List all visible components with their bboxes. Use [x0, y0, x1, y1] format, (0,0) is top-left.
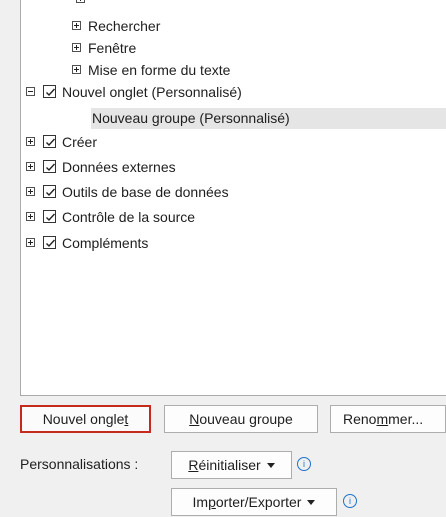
- info-icon[interactable]: i: [343, 494, 357, 508]
- tree-item-fenetre[interactable]: Fenêtre: [21, 38, 446, 58]
- tab-checkbox[interactable]: [43, 236, 56, 249]
- tree-item-rechercher[interactable]: Rechercher: [21, 16, 446, 36]
- tree-item-label: Mise en forme du texte: [88, 62, 231, 78]
- mnemonic-letter: R: [188, 457, 199, 473]
- expand-icon[interactable]: [26, 137, 35, 146]
- collapse-icon[interactable]: [26, 87, 35, 96]
- tree-item-complements[interactable]: Compléments: [21, 233, 446, 253]
- tab-checkbox[interactable]: [43, 135, 56, 148]
- tree-item-label: Compléments: [62, 235, 149, 251]
- button-label: ouveau groupe: [199, 411, 293, 427]
- mnemonic-letter: t: [124, 411, 129, 427]
- expand-icon[interactable]: [26, 162, 35, 171]
- expand-icon[interactable]: [72, 65, 81, 74]
- tab-checkbox[interactable]: [43, 85, 56, 98]
- expand-icon[interactable]: [26, 238, 35, 247]
- checkmark-icon: [46, 88, 56, 97]
- new-group-button[interactable]: Nouveau groupe: [164, 405, 318, 433]
- tab-checkbox[interactable]: [43, 185, 56, 198]
- checkmark-icon: [46, 163, 56, 172]
- button-label: mer...: [388, 411, 424, 427]
- reset-dropdown[interactable]: Réinitialiser: [171, 451, 292, 479]
- tree-item-label: Nouvel onglet (Personnalisé): [62, 84, 242, 100]
- dropdown-arrow-icon: [266, 463, 275, 468]
- tree-item-controle-source[interactable]: Contrôle de la source: [21, 207, 446, 227]
- tab-checkbox[interactable]: [43, 160, 56, 173]
- tree-item-outils-base-de-donnees[interactable]: Outils de base de données: [21, 182, 446, 202]
- tree-item-mise-en-forme[interactable]: Mise en forme du texte: [21, 60, 446, 80]
- tree-item-nouvel-onglet[interactable]: Nouvel onglet (Personnalisé): [21, 82, 446, 102]
- button-label: Reno: [343, 411, 377, 427]
- tree-item-label: Rechercher: [88, 18, 161, 34]
- tree-item-label: Créer: [62, 134, 98, 150]
- checkmark-icon: [46, 239, 56, 248]
- expand-icon[interactable]: [26, 212, 35, 221]
- expand-icon[interactable]: [72, 21, 81, 30]
- tree-item-creer[interactable]: Créer: [21, 132, 446, 152]
- checkmark-icon: [46, 138, 56, 147]
- button-label: orter/Exporter: [215, 494, 302, 510]
- mnemonic-letter: p: [208, 494, 216, 510]
- tree-item-label: Contrôle de la source: [62, 209, 196, 225]
- tree-item-donnees-externes[interactable]: Données externes: [21, 157, 446, 177]
- tree-item-label: Nouveau groupe (Personnalisé): [92, 110, 290, 126]
- import-export-dropdown[interactable]: Importer/Exporter: [171, 488, 337, 516]
- tree-item-label: Fenêtre: [88, 40, 137, 56]
- checkmark-icon: [46, 213, 56, 222]
- tree-item-label: Outils de base de données: [62, 184, 229, 200]
- mnemonic-letter: m: [376, 411, 389, 427]
- ribbon-tree-view[interactable]: Rechercher Fenêtre Mise en forme du text…: [20, 0, 446, 396]
- checkmark-icon: [46, 188, 56, 197]
- button-label: éinitialiser: [198, 457, 261, 473]
- expand-icon[interactable]: [26, 187, 35, 196]
- customizations-label: Personnalisations :: [20, 456, 139, 472]
- expand-icon: [76, 0, 85, 3]
- tab-checkbox[interactable]: [43, 210, 56, 223]
- expand-icon[interactable]: [72, 43, 81, 52]
- tree-item-label: Données externes: [62, 159, 176, 175]
- tree-item-nouveau-groupe[interactable]: Nouveau groupe (Personnalisé): [21, 108, 446, 128]
- dropdown-arrow-icon: [307, 500, 316, 505]
- button-label: Im: [192, 494, 209, 510]
- rename-button[interactable]: Renommer...: [330, 405, 446, 433]
- info-icon[interactable]: i: [297, 457, 311, 471]
- new-tab-button[interactable]: Nouvel onglet: [20, 405, 151, 433]
- button-label: Nouvel ongle: [42, 411, 125, 427]
- mnemonic-letter: N: [189, 411, 200, 427]
